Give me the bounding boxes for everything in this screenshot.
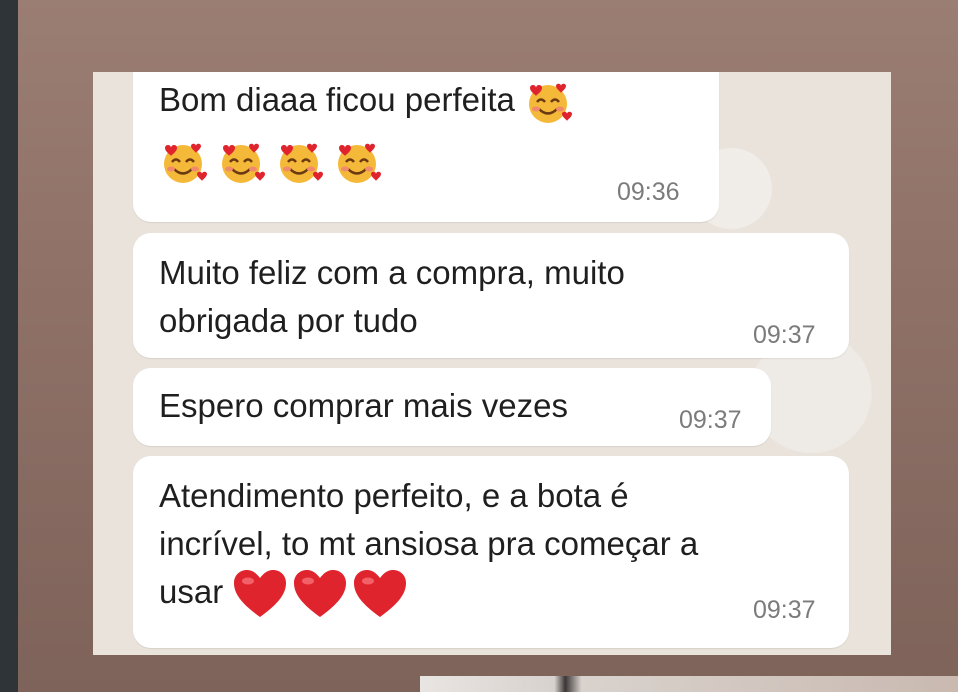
left-edge-strip: [0, 0, 18, 692]
message-time-2: 09:37: [753, 321, 816, 349]
message-text-4: Atendimento perfeito, e a bota é incríve…: [159, 472, 698, 620]
message-text-1: Bom diaaa ficou perfeita: [159, 76, 573, 126]
background-photo-fragment: [420, 676, 958, 692]
message-bubble-2[interactable]: Muito feliz com a compra, muito obrigada…: [133, 233, 849, 358]
smiling-face-with-hearts-icon: [159, 138, 207, 186]
message-bubble-1[interactable]: Bom diaaa ficou perfeita 09:36: [133, 72, 719, 222]
message-text-2: Muito feliz com a compra, muito obrigada…: [159, 254, 625, 339]
message-bubble-3[interactable]: Espero comprar mais vezes 09:37: [133, 368, 771, 446]
chat-screenshot: Bom diaaa ficou perfeita 09:36 Muito fel…: [93, 72, 891, 655]
smiling-face-with-hearts-icon: [524, 78, 573, 126]
smiling-face-with-hearts-icon: [333, 138, 381, 186]
red-heart-icon: [292, 568, 348, 620]
smiling-face-with-hearts-icon: [217, 138, 265, 186]
message-time-3: 09:37: [679, 406, 742, 434]
message-time-4: 09:37: [753, 596, 816, 624]
emoji-row: [159, 136, 381, 186]
message-text-3: Espero comprar mais vezes: [159, 387, 568, 424]
red-heart-icon: [352, 568, 408, 620]
red-heart-icon: [232, 568, 288, 620]
message-time-1: 09:36: [617, 178, 680, 206]
smiling-face-with-hearts-icon: [275, 138, 323, 186]
message-bubble-4[interactable]: Atendimento perfeito, e a bota é incríve…: [133, 456, 849, 648]
